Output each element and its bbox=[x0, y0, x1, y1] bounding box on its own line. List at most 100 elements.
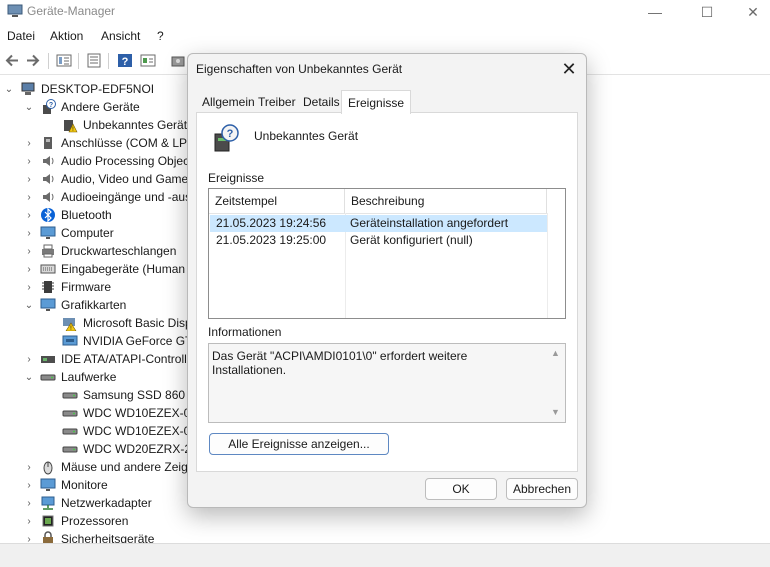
speaker-icon bbox=[40, 153, 56, 169]
svg-text:?: ? bbox=[227, 128, 234, 140]
title-bar: Geräte-Manager — ☐ ✕ bbox=[0, 0, 770, 24]
help-icon[interactable]: ? bbox=[117, 53, 133, 68]
chevron-right-icon[interactable]: › bbox=[24, 516, 34, 527]
dialog-title: Eigenschaften von Unbekanntes Gerät bbox=[196, 62, 403, 76]
close-button[interactable]: ✕ bbox=[730, 0, 770, 24]
tree-item-label: Computer bbox=[61, 226, 114, 240]
chevron-down-icon[interactable]: ⌄ bbox=[24, 102, 34, 113]
ok-button[interactable]: OK bbox=[425, 478, 497, 500]
tree-item[interactable]: ! Unbekanntes Gerät bbox=[62, 116, 187, 134]
menu-help[interactable]: ? bbox=[157, 29, 164, 43]
drive-icon bbox=[40, 369, 56, 385]
tree-item[interactable]: ⌄? Andere Geräte bbox=[24, 98, 140, 116]
info-textbox[interactable]: Das Gerät "ACPI\AMDI0101\0" erfordert we… bbox=[208, 343, 566, 423]
tab-ereignisse[interactable]: Ereignisse bbox=[341, 90, 412, 114]
tree-item-label: Unbekanntes Gerät bbox=[83, 118, 188, 132]
tab-allgemein[interactable]: Allgemein bbox=[196, 92, 261, 112]
window-title: Geräte-Manager bbox=[27, 4, 116, 18]
warning-device-icon: ! bbox=[62, 117, 78, 133]
cancel-button[interactable]: Abbrechen bbox=[506, 478, 578, 500]
drive-icon bbox=[62, 423, 78, 439]
chevron-down-icon[interactable]: ⌄ bbox=[24, 372, 34, 383]
tree-item[interactable]: › Firmware bbox=[24, 278, 111, 296]
chevron-right-icon[interactable]: › bbox=[24, 138, 34, 149]
chevron-right-icon[interactable]: › bbox=[24, 156, 34, 167]
list-icon[interactable] bbox=[86, 53, 102, 68]
device-name: Unbekanntes Gerät bbox=[254, 129, 359, 143]
controller-icon bbox=[40, 351, 56, 367]
tree-root[interactable]: ⌄ DESKTOP-EDF5NOI bbox=[4, 80, 154, 98]
tree-item-label: Anschlüsse (COM & LPT) bbox=[61, 136, 199, 150]
chevron-right-icon[interactable]: › bbox=[24, 354, 34, 365]
tree-item[interactable]: NVIDIA GeForce GTX bbox=[62, 332, 200, 350]
event-row[interactable]: 21.05.2023 19:24:56 Geräteinstallation an… bbox=[210, 215, 547, 232]
event-row[interactable]: 21.05.2023 19:25:00 Gerät konfiguriert (n… bbox=[210, 232, 547, 249]
chevron-right-icon[interactable]: › bbox=[24, 246, 34, 257]
tree-item-label: Andere Geräte bbox=[61, 100, 140, 114]
tree-item-label: IDE ATA/ATAPI-Controller bbox=[61, 352, 198, 366]
monitor-icon bbox=[40, 297, 56, 313]
bluetooth-icon bbox=[40, 207, 56, 223]
status-bar bbox=[0, 543, 770, 567]
port-icon bbox=[40, 135, 56, 151]
maximize-button[interactable]: ☐ bbox=[684, 0, 730, 24]
chevron-right-icon[interactable]: › bbox=[24, 480, 34, 491]
events-label: Ereignisse bbox=[208, 171, 265, 185]
chevron-right-icon[interactable]: › bbox=[24, 498, 34, 509]
drive-icon bbox=[62, 441, 78, 457]
tree-item[interactable]: › Netzwerkadapter bbox=[24, 494, 152, 512]
tree-item-label: NVIDIA GeForce GTX bbox=[83, 334, 201, 348]
menu-datei[interactable]: Datei bbox=[7, 29, 35, 43]
keyboard-icon bbox=[40, 261, 56, 277]
tree-item[interactable]: › Computer bbox=[24, 224, 114, 242]
scan-icon[interactable] bbox=[170, 53, 186, 68]
computer-icon bbox=[20, 81, 36, 97]
tab-details[interactable]: Details bbox=[297, 92, 346, 112]
menu-aktion[interactable]: Aktion bbox=[50, 29, 83, 43]
tree-item[interactable]: › Druckwarteschlangen bbox=[24, 242, 176, 260]
info-label: Informationen bbox=[208, 325, 282, 339]
tree-item[interactable]: ⌄ Laufwerke bbox=[24, 368, 117, 386]
svg-text:?: ? bbox=[49, 102, 53, 109]
minimize-button[interactable]: — bbox=[632, 0, 678, 24]
printer-icon bbox=[40, 243, 56, 259]
chevron-right-icon[interactable]: › bbox=[24, 264, 34, 275]
column-header-description[interactable]: Beschreibung bbox=[345, 189, 547, 213]
tree-item-label: Netzwerkadapter bbox=[61, 496, 152, 510]
tree-item[interactable]: › Monitore bbox=[24, 476, 107, 494]
back-arrow-icon[interactable] bbox=[4, 53, 20, 68]
tree-item[interactable]: › Prozessoren bbox=[24, 512, 128, 530]
chevron-down-icon[interactable]: ⌄ bbox=[24, 300, 34, 311]
cpu-icon bbox=[40, 513, 56, 529]
column-header-timestamp[interactable]: Zeitstempel bbox=[209, 189, 345, 213]
tree-item[interactable]: ⌄ Grafikkarten bbox=[24, 296, 127, 314]
question-device-icon: ? bbox=[40, 99, 56, 115]
scrollbar[interactable]: ▲ ▼ bbox=[548, 344, 565, 422]
chevron-down-icon[interactable]: ⌄ bbox=[4, 84, 14, 95]
view-icon[interactable] bbox=[140, 53, 156, 68]
forward-arrow-icon[interactable] bbox=[25, 53, 41, 68]
display-adapter-icon bbox=[62, 333, 78, 349]
tree-item-label: Laufwerke bbox=[61, 370, 117, 384]
close-icon[interactable]: ✕ bbox=[558, 58, 580, 80]
chevron-right-icon[interactable]: › bbox=[24, 282, 34, 293]
menu-ansicht[interactable]: Ansicht bbox=[101, 29, 140, 43]
network-icon bbox=[40, 495, 56, 511]
chevron-right-icon[interactable]: › bbox=[24, 192, 34, 203]
tree-item[interactable]: › Anschlüsse (COM & LPT) bbox=[24, 134, 198, 152]
chevron-right-icon[interactable]: › bbox=[24, 462, 34, 473]
tab-treiber[interactable]: Treiber bbox=[252, 92, 302, 112]
scroll-up-icon[interactable]: ▲ bbox=[551, 348, 560, 358]
tree-item[interactable]: › Bluetooth bbox=[24, 206, 112, 224]
chevron-right-icon[interactable]: › bbox=[24, 210, 34, 221]
chevron-right-icon[interactable]: › bbox=[24, 174, 34, 185]
tree-item[interactable]: › IDE ATA/ATAPI-Controller bbox=[24, 350, 197, 368]
chevron-right-icon[interactable]: › bbox=[24, 228, 34, 239]
header-divider bbox=[209, 213, 547, 214]
speaker-icon bbox=[40, 171, 56, 187]
scroll-down-icon[interactable]: ▼ bbox=[551, 407, 560, 417]
event-timestamp: 21.05.2023 19:25:00 bbox=[216, 233, 327, 247]
properties-icon[interactable] bbox=[56, 53, 72, 68]
show-all-events-button[interactable]: Alle Ereignisse anzeigen... bbox=[209, 433, 389, 455]
event-timestamp: 21.05.2023 19:24:56 bbox=[216, 216, 327, 230]
